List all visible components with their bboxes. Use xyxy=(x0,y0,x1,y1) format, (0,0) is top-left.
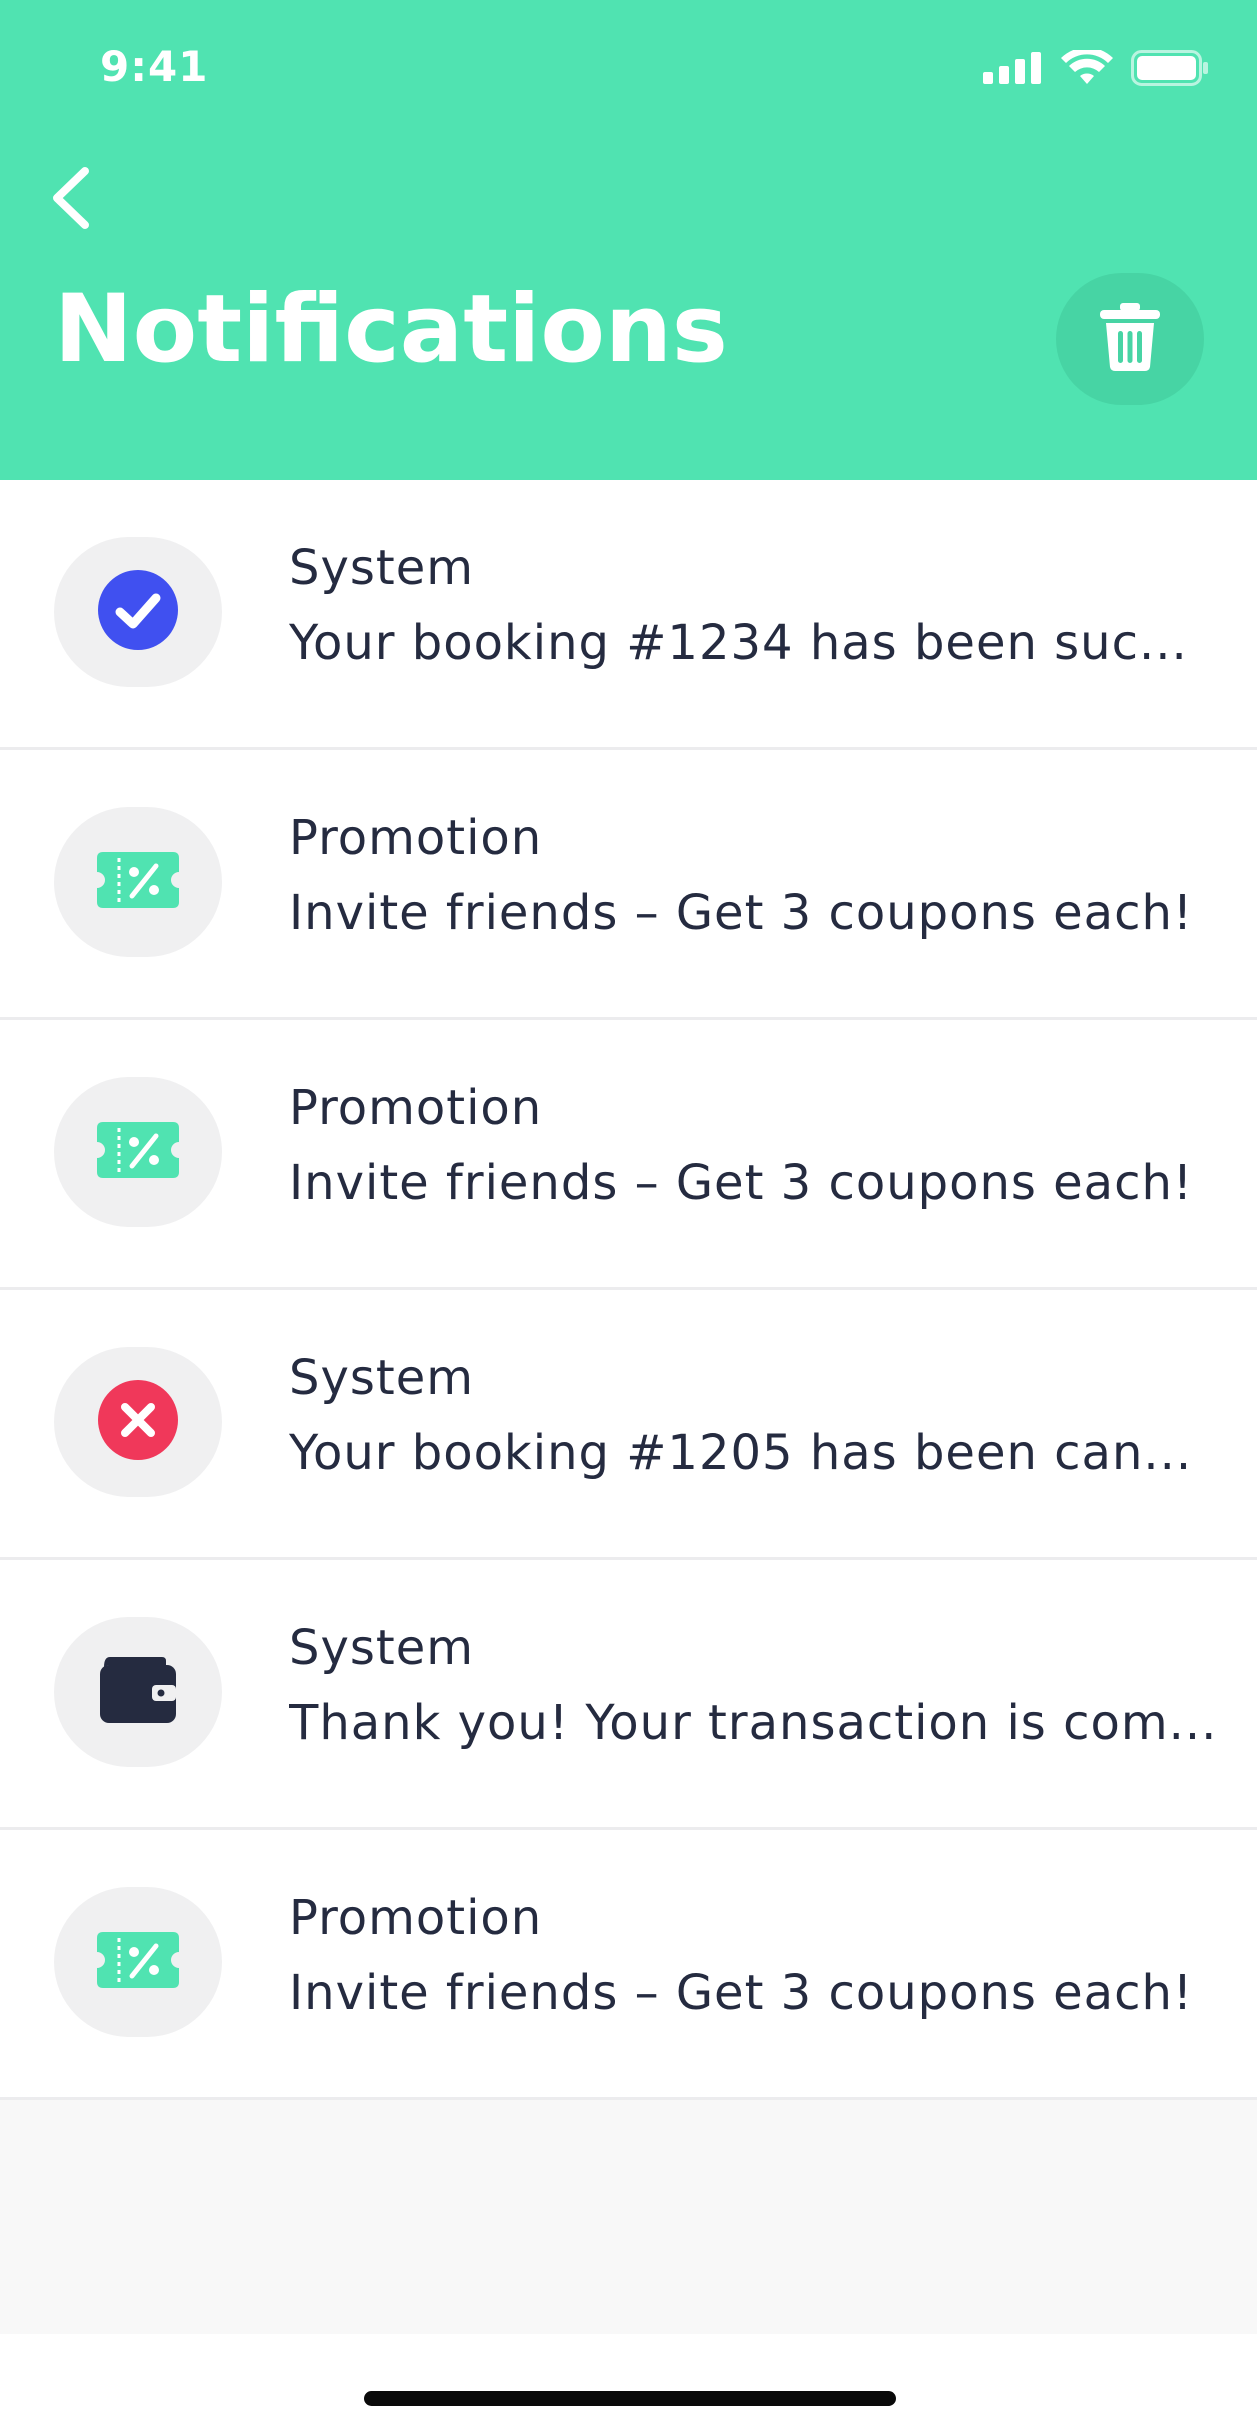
wifi-icon xyxy=(1061,47,1113,90)
notification-item[interactable]: Promotion Invite friends – Get 3 coupons… xyxy=(0,750,1257,1020)
notification-title: Promotion xyxy=(289,1890,543,1946)
notification-message: Thank you! Your transaction is com... xyxy=(289,1695,1218,1751)
notification-title: Promotion xyxy=(289,810,543,866)
notification-avatar xyxy=(54,1887,222,2037)
notification-item[interactable]: System Thank you! Your transaction is co… xyxy=(0,1560,1257,1830)
notification-title: System xyxy=(289,540,474,596)
notification-message: Your booking #1205 has been can... xyxy=(289,1425,1193,1481)
notification-title: System xyxy=(289,1620,474,1676)
battery-icon xyxy=(1131,50,1209,90)
back-button[interactable] xyxy=(36,160,106,240)
status-time: 9:41 xyxy=(100,42,209,91)
notification-avatar xyxy=(54,537,222,687)
notification-message: Invite friends – Get 3 coupons each! xyxy=(289,885,1194,941)
notification-message: Your booking #1234 has been suc... xyxy=(289,615,1188,671)
empty-list-area xyxy=(0,2100,1257,2334)
chevron-left-icon xyxy=(49,165,93,235)
notification-message: Invite friends – Get 3 coupons each! xyxy=(289,1965,1194,2021)
notification-avatar xyxy=(54,1617,222,1767)
notification-item[interactable]: System Your booking #1234 has been suc..… xyxy=(0,480,1257,750)
signal-icon xyxy=(983,52,1043,88)
trash-icon xyxy=(1098,301,1162,377)
notification-title: Promotion xyxy=(289,1080,543,1136)
coupon-icon xyxy=(97,852,179,912)
check-circle-icon xyxy=(98,570,178,654)
notifications-screen: 9:41 Notifications System Your booking #… xyxy=(0,0,1257,2436)
notification-title: System xyxy=(289,1350,474,1406)
notification-item[interactable]: System Your booking #1205 has been can..… xyxy=(0,1290,1257,1560)
x-circle-icon xyxy=(98,1380,178,1464)
notification-item[interactable]: Promotion Invite friends – Get 3 coupons… xyxy=(0,1830,1257,2100)
coupon-icon xyxy=(97,1932,179,1992)
page-title: Notifications xyxy=(54,275,728,384)
wallet-icon xyxy=(100,1657,176,1727)
notification-avatar xyxy=(54,1347,222,1497)
coupon-icon xyxy=(97,1122,179,1182)
notification-item[interactable]: Promotion Invite friends – Get 3 coupons… xyxy=(0,1020,1257,1290)
notification-avatar xyxy=(54,1077,222,1227)
header: 9:41 Notifications xyxy=(0,0,1257,480)
notification-message: Invite friends – Get 3 coupons each! xyxy=(289,1155,1194,1211)
delete-all-button[interactable] xyxy=(1056,273,1204,405)
home-indicator[interactable] xyxy=(364,2391,896,2406)
status-icons xyxy=(983,47,1209,90)
notification-avatar xyxy=(54,807,222,957)
notification-list: System Your booking #1234 has been suc..… xyxy=(0,480,1257,2100)
